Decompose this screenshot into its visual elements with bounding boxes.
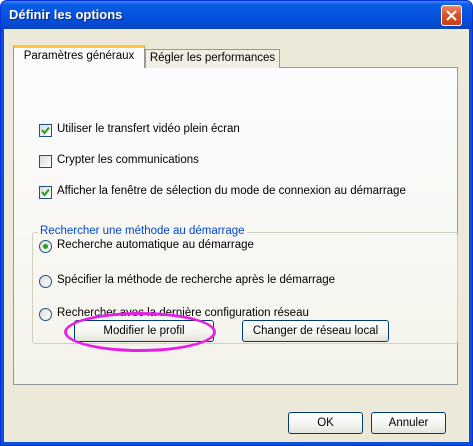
modify-profile-button[interactable]: Modifier le profil: [74, 320, 214, 342]
cancel-button[interactable]: Annuler: [371, 412, 446, 434]
radio-selected-dot: [43, 244, 48, 249]
fullscreen-video-label: Utiliser le transfert vidéo plein écran: [57, 123, 240, 135]
radio-auto-search-label: Recherche automatique au démarrage: [57, 239, 254, 251]
window-title: Définir les options: [9, 7, 123, 22]
tab-general-settings[interactable]: Paramètres généraux: [13, 45, 145, 68]
tab-performance[interactable]: Régler les performances: [145, 49, 280, 68]
encrypt-comms-checkbox[interactable]: [39, 155, 52, 168]
radio-auto-search-button[interactable]: [39, 240, 52, 253]
tab-label: Paramètres généraux: [23, 50, 135, 62]
startup-search-group-title: Rechercher une méthode au démarrage: [38, 225, 247, 237]
radio-specify-method-button[interactable]: [39, 275, 52, 288]
encrypt-comms-label: Crypter les communications: [57, 154, 199, 166]
close-icon: [446, 10, 457, 21]
title-bar[interactable]: Définir les options: [1, 1, 472, 29]
radio-specify-method-label: Spécifier la méthode de recherche après …: [57, 274, 336, 286]
checkmark-icon: [41, 188, 50, 197]
radio-last-config-button[interactable]: [39, 308, 52, 321]
radio-last-config-label: Rechercher avec la dernière configuratio…: [57, 307, 309, 319]
change-network-button[interactable]: Changer de réseau local: [242, 320, 389, 342]
options-dialog: Définir les options Paramètres généraux …: [0, 0, 473, 446]
close-button[interactable]: [441, 5, 462, 26]
dialog-client-area: Paramètres généraux Régler les performan…: [4, 29, 469, 442]
show-connection-mode-label: Afficher la fenêtre de sélection du mode…: [57, 185, 406, 197]
show-connection-mode-checkbox[interactable]: [39, 186, 52, 199]
ok-button[interactable]: OK: [288, 412, 363, 434]
checkmark-icon: [41, 126, 50, 135]
tab-label: Régler les performances: [149, 52, 276, 64]
fullscreen-video-checkbox[interactable]: [39, 124, 52, 137]
